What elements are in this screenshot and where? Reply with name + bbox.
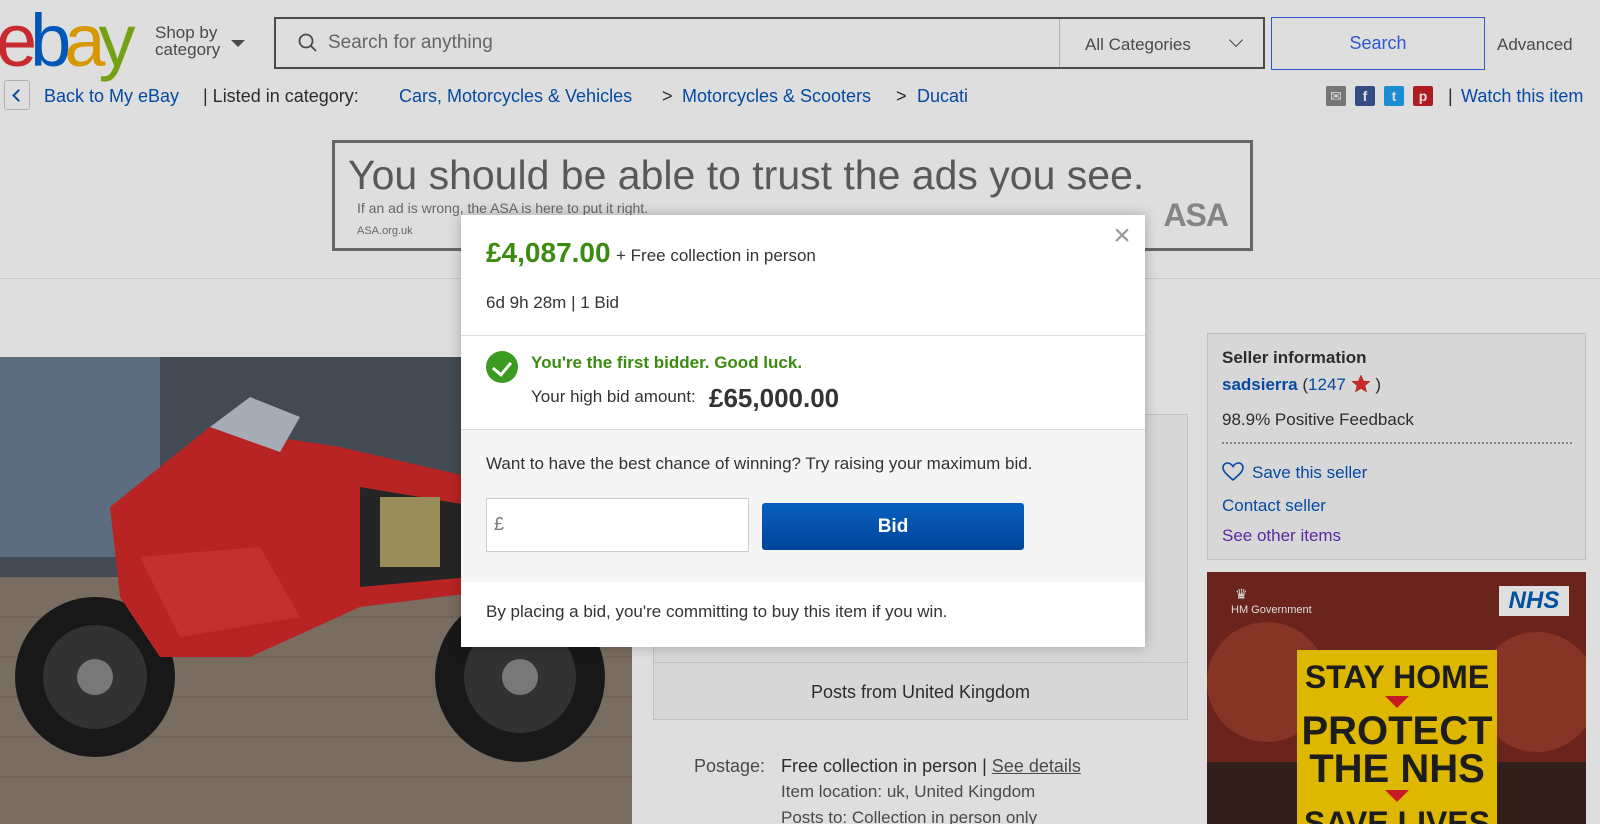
currency-symbol: £	[494, 514, 505, 534]
time-and-bids: 6d 9h 28m | 1 Bid	[486, 293, 619, 313]
close-icon[interactable]: ×	[1111, 221, 1133, 251]
divider	[461, 335, 1145, 336]
current-price: £4,087.00	[486, 237, 611, 268]
bid-amount-input[interactable]	[511, 507, 741, 545]
time-left: 6d 9h 28m	[486, 293, 567, 312]
check-circle-icon	[486, 351, 518, 383]
ebay-item-page: ebay Shop by category All Categories Sea…	[0, 0, 1600, 824]
raise-bid-section: Want to have the best chance of winning?…	[461, 429, 1145, 582]
bid-button[interactable]: Bid	[762, 503, 1024, 550]
bid-amount-field[interactable]: £	[486, 498, 749, 552]
bid-count: 1 Bid	[580, 293, 619, 312]
time-separator: |	[571, 293, 576, 312]
bid-confirmation-dialog: × £4,087.00 + Free collection in person …	[461, 215, 1145, 647]
status-message: You're the first bidder. Good luck.	[531, 353, 803, 372]
commitment-note: By placing a bid, you're committing to b…	[486, 602, 948, 621]
high-bid-label: Your high bid amount:	[531, 387, 696, 406]
raise-bid-prompt: Want to have the best chance of winning?…	[486, 454, 1033, 473]
high-bid-amount: £65,000.00	[709, 383, 840, 413]
shipping-info: + Free collection in person	[616, 246, 816, 265]
